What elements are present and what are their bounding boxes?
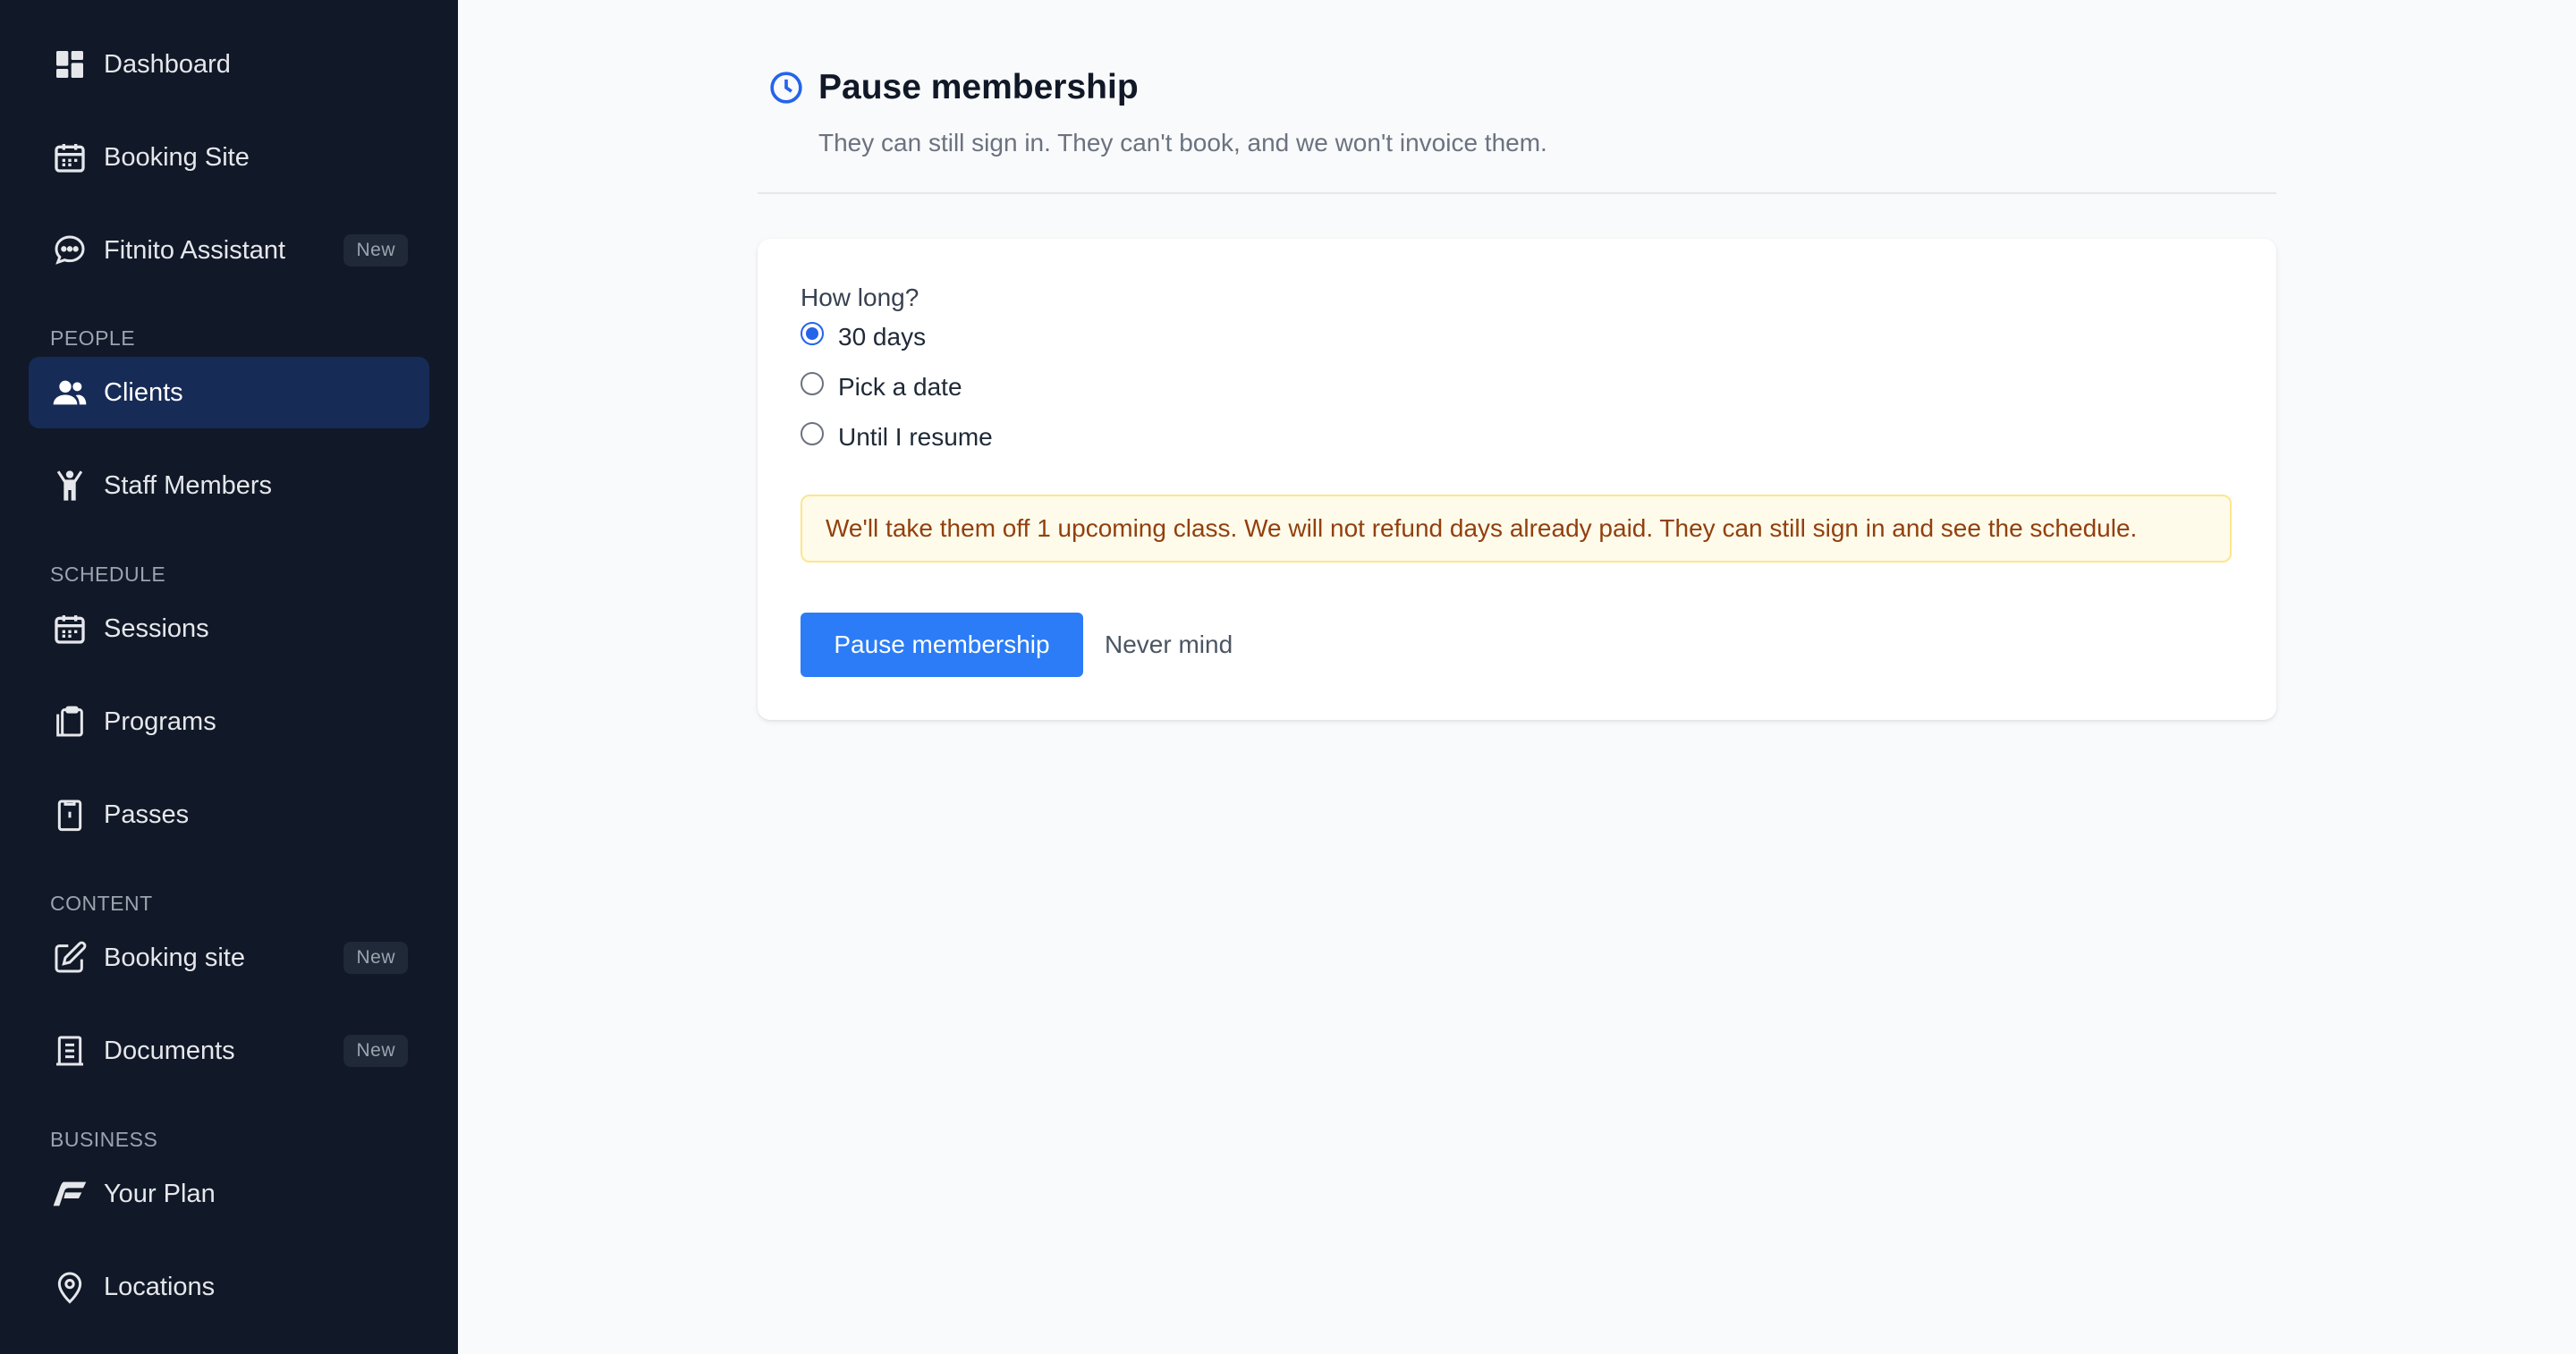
never-mind-button[interactable]: Never mind: [1105, 613, 1233, 677]
sidebar-item-label: Documents: [104, 1036, 235, 1065]
pause-membership-button[interactable]: Pause membership: [801, 613, 1083, 677]
sidebar-item-label: Sessions: [104, 614, 209, 643]
edit-icon: [50, 938, 89, 977]
sidebar-item-programs[interactable]: Programs: [29, 686, 429, 757]
option-label: 30 days: [838, 323, 927, 351]
section-label-content: CONTENT: [50, 892, 153, 915]
location-pin-icon: [50, 1267, 89, 1307]
section-label-business: BUSINESS: [50, 1128, 158, 1151]
option-pick-a-date[interactable]: Pick a date: [801, 372, 962, 402]
page-subtitle: They can still sign in. They can't book,…: [818, 129, 1547, 157]
sidebar-item-fitnito-assistant[interactable]: Fitnito Assistant New: [29, 215, 429, 286]
sidebar: Dashboard Booking Site Fitnito Assistant…: [0, 0, 458, 1354]
duration-question: How long?: [801, 283, 919, 311]
sidebar-item-booking-site-content[interactable]: Booking site New: [29, 922, 429, 994]
new-badge: New: [343, 1035, 408, 1067]
sidebar-item-label: Passes: [104, 800, 190, 829]
users-icon: [50, 373, 89, 412]
sidebar-item-label: Booking site: [104, 943, 245, 972]
main-content: Pause membership They can still sign in.…: [458, 0, 2576, 1354]
radio-button[interactable]: [801, 422, 824, 445]
clipboard-copy-icon: [50, 702, 89, 741]
option-label: Until I resume: [838, 423, 993, 451]
new-badge: New: [343, 234, 408, 267]
sidebar-item-label: Locations: [104, 1272, 216, 1301]
section-label-schedule: SCHEDULE: [50, 563, 166, 586]
sidebar-item-locations[interactable]: Locations: [29, 1251, 429, 1323]
option-30-days[interactable]: 30 days: [801, 322, 927, 351]
option-until-resume[interactable]: Until I resume: [801, 422, 993, 452]
section-label-people: PEOPLE: [50, 326, 136, 350]
sidebar-item-label: Fitnito Assistant: [104, 235, 286, 265]
option-label: Pick a date: [838, 373, 962, 401]
sidebar-item-label: Programs: [104, 707, 216, 736]
page-header: Pause membership They can still sign in.…: [758, 68, 2276, 157]
radio-button-checked[interactable]: [801, 322, 824, 345]
sidebar-item-passes[interactable]: Passes: [29, 779, 429, 850]
sidebar-item-label: Clients: [104, 377, 183, 407]
sidebar-item-label: Dashboard: [104, 49, 231, 79]
sidebar-item-staff-members[interactable]: Staff Members: [29, 450, 429, 521]
clipboard-icon: [50, 795, 89, 834]
person-icon: [50, 466, 89, 505]
new-badge: New: [343, 942, 408, 974]
pause-form-card: How long? 30 days Pick a date Until I re…: [758, 239, 2276, 720]
sidebar-item-dashboard[interactable]: Dashboard: [29, 29, 429, 100]
sidebar-item-sessions[interactable]: Sessions: [29, 593, 429, 664]
sidebar-item-clients[interactable]: Clients: [29, 357, 429, 428]
dashboard-icon: [50, 45, 89, 84]
brand-f-icon: [50, 1174, 89, 1214]
sidebar-item-your-plan[interactable]: Your Plan: [29, 1158, 429, 1230]
chat-icon: [50, 231, 89, 270]
sidebar-item-label: Staff Members: [104, 470, 273, 500]
header-divider: [758, 192, 2276, 194]
sidebar-item-documents[interactable]: Documents New: [29, 1015, 429, 1087]
warning-notice: We'll take them off 1 upcoming class. We…: [801, 495, 2232, 563]
calendar-icon: [50, 138, 89, 177]
sidebar-item-booking-site[interactable]: Booking Site: [29, 122, 429, 193]
sidebar-item-label: Booking Site: [104, 142, 250, 172]
radio-button[interactable]: [801, 372, 824, 395]
document-icon: [50, 1031, 89, 1071]
page-title: Pause membership: [818, 68, 1139, 106]
sidebar-item-label: Your Plan: [104, 1179, 216, 1208]
calendar-icon: [50, 609, 89, 648]
clock-icon: [768, 70, 804, 106]
